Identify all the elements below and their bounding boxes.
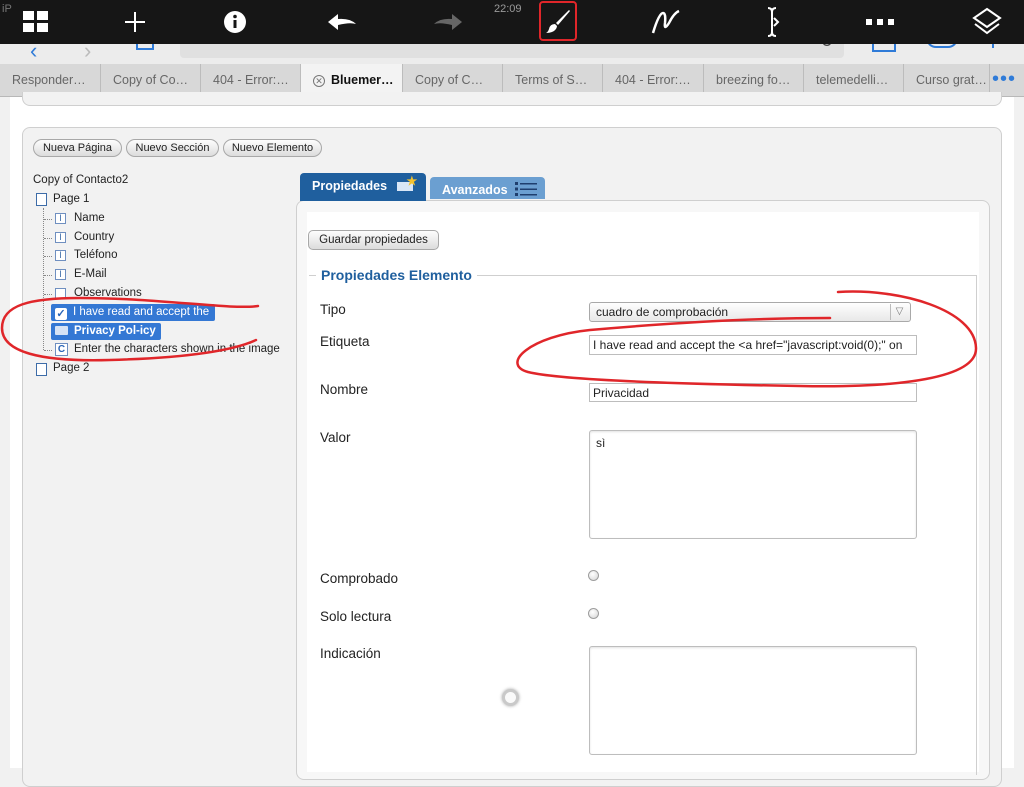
undo-icon[interactable]	[322, 0, 362, 44]
url-text: bluemerma	[270, 44, 350, 49]
tree-item-folder-selected[interactable]: Privacy Pol-icy	[51, 323, 161, 340]
bookmarks-icon[interactable]	[872, 44, 896, 52]
page-icon	[36, 363, 47, 376]
captcha-icon: C	[55, 343, 68, 356]
tree-root[interactable]: Copy of Contacto2	[33, 174, 128, 186]
valor-textarea[interactable]: sì	[589, 430, 917, 539]
tree-page-2[interactable]: Page 2	[53, 362, 89, 374]
reload-icon[interactable]: ↻	[820, 44, 833, 52]
tree-connector	[43, 208, 44, 350]
comprobado-radio[interactable]	[588, 570, 599, 581]
tab-advanced[interactable]: Avanzados	[430, 177, 545, 199]
grid-icon[interactable]	[16, 0, 56, 44]
tab-label: 404 - Error:…	[213, 73, 289, 87]
tab-label: Propiedades	[312, 179, 388, 193]
tree-item-checkbox-selected[interactable]: ✓ I have read and accept the	[51, 304, 215, 321]
back-icon[interactable]: ‹	[30, 44, 37, 64]
new-tab-icon[interactable]	[992, 44, 994, 48]
forward-icon[interactable]: ›	[84, 44, 91, 64]
text-field-icon: I	[55, 232, 66, 243]
tree-connector	[44, 350, 52, 351]
tree-item-observations[interactable]: Observations	[74, 287, 142, 299]
tree-connector	[44, 275, 52, 276]
browser-chrome: ‹ › bluemerma ↻	[0, 44, 1024, 64]
etiqueta-label: Etiqueta	[320, 334, 370, 349]
plus-icon[interactable]	[115, 0, 155, 44]
tree-item-name[interactable]: Name	[74, 212, 105, 224]
tree-item-label: Privacy Pol-icy	[74, 325, 156, 337]
tab-label: Copy of C…	[415, 73, 484, 87]
tab-label: telemedelli…	[816, 73, 889, 87]
folder-icon	[55, 326, 68, 335]
tree-connector	[44, 219, 52, 220]
text-cursor-icon[interactable]	[752, 0, 792, 44]
solo-lectura-label: Solo lectura	[320, 609, 392, 624]
list-icon	[515, 181, 538, 200]
brush-icon[interactable]	[539, 1, 577, 41]
nombre-label: Nombre	[320, 382, 369, 397]
text-field-icon: I	[55, 269, 66, 280]
tab-label: Bluemer…	[331, 73, 394, 87]
loading-spinner-icon	[502, 689, 519, 706]
tab-label: Terms of S…	[515, 73, 588, 87]
tab-label: 404 - Error:…	[615, 73, 691, 87]
tipo-select[interactable]: cuadro de comprobación ▽	[589, 302, 911, 322]
info-icon[interactable]	[215, 0, 255, 44]
indicacion-label: Indicación	[320, 646, 381, 661]
tree-connector	[44, 256, 52, 257]
tree-item-captcha[interactable]: Enter the characters shown in the image	[74, 343, 280, 355]
tree-item-label: I have read and accept the	[73, 306, 210, 318]
redo-icon[interactable]	[428, 0, 468, 44]
new-element-button[interactable]: Nuevo Elemento	[223, 139, 322, 157]
fieldset-legend: Propiedades Elemento	[316, 267, 477, 283]
more-icon[interactable]	[860, 0, 900, 44]
text-field-icon: I	[55, 250, 66, 261]
cloud-icon[interactable]	[926, 44, 958, 48]
edit-star-icon: ★	[396, 174, 417, 191]
pen-icon[interactable]	[647, 0, 687, 44]
nombre-input[interactable]: Privacidad	[589, 383, 917, 402]
share-icon[interactable]	[136, 44, 154, 50]
new-page-button[interactable]: Nueva Página	[33, 139, 122, 157]
tipo-label: Tipo	[320, 302, 346, 317]
layers-icon[interactable]	[967, 0, 1007, 44]
page-icon	[36, 193, 47, 206]
tab-label: breezing fo…	[716, 73, 791, 87]
comprobado-label: Comprobado	[320, 571, 399, 586]
tree-connector	[44, 238, 52, 239]
top-panel	[22, 92, 1002, 106]
annotation-toolbar: iP 22:09	[0, 0, 1024, 44]
tab-label: Avanzados	[442, 183, 508, 197]
indicacion-textarea[interactable]	[589, 646, 917, 755]
chevron-down-icon: ▽	[890, 304, 908, 320]
checkbox-icon: ✓	[55, 308, 67, 320]
etiqueta-input[interactable]: I have read and accept the <a href="java…	[589, 335, 917, 355]
tree-item-email[interactable]: E-Mail	[74, 268, 107, 280]
textarea-icon	[55, 288, 66, 299]
tree-page-1[interactable]: Page 1	[53, 193, 89, 205]
close-icon[interactable]: ✕	[313, 74, 325, 87]
status-time: 22:09	[494, 3, 522, 15]
valor-label: Valor	[320, 430, 351, 445]
tab-label: Responder…	[12, 73, 86, 87]
tree-connector	[44, 294, 52, 295]
tab-label: Copy of Co…	[113, 73, 189, 87]
save-properties-button[interactable]: Guardar propiedades	[308, 230, 439, 250]
tab-properties[interactable]: Propiedades ★	[300, 173, 426, 201]
new-section-button[interactable]: Nuevo Sección	[126, 139, 219, 157]
tipo-selected-value: cuadro de comprobación	[596, 305, 729, 319]
text-field-icon: I	[55, 213, 66, 224]
solo-lectura-radio[interactable]	[588, 608, 599, 619]
tab-label: Curso grat…	[916, 73, 987, 87]
tree-item-country[interactable]: Country	[74, 231, 114, 243]
carrier-label: iP	[2, 3, 12, 15]
tree-item-telefono[interactable]: Teléfono	[74, 249, 117, 261]
